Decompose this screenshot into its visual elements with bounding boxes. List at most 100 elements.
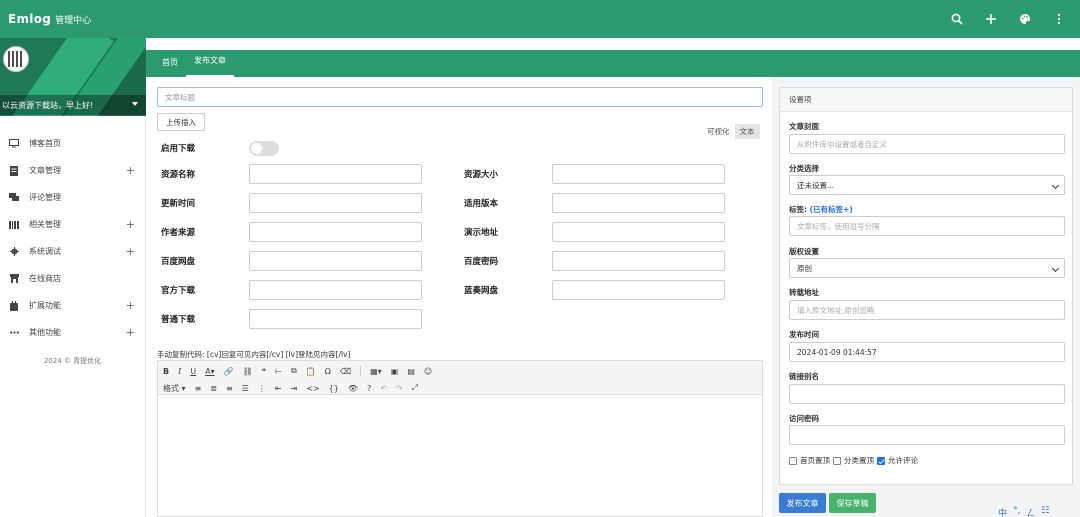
table-icon[interactable]: ▦▾: [370, 367, 382, 376]
copy-icon[interactable]: ⧉: [291, 366, 297, 376]
update-time-input[interactable]: [249, 193, 422, 213]
italic-icon[interactable]: I: [178, 367, 181, 376]
numbered-list-icon[interactable]: ⋮: [258, 384, 266, 393]
plus-icon[interactable]: [984, 12, 998, 26]
field-row: 适用版本: [460, 188, 763, 218]
expand-plus-icon[interactable]: +: [126, 245, 135, 258]
sidebar: 以云资源下载站，早上好! 博客首页 文章管理 + 评论管理 相关管理 + 系统调…: [0, 38, 146, 517]
demo-url-input[interactable]: [552, 222, 725, 242]
quote-icon[interactable]: ❝: [262, 367, 266, 376]
more-vertical-icon[interactable]: [1052, 12, 1066, 26]
sidebar-item-related[interactable]: 相关管理 +: [0, 211, 145, 238]
format-dropdown[interactable]: 格式 ▾: [163, 383, 186, 394]
profile-dropdown[interactable]: 以云资源下载站，早上好!: [0, 95, 146, 115]
media-icon[interactable]: ▤: [407, 367, 415, 376]
help-icon[interactable]: ?: [367, 384, 371, 393]
allow-comment-checkbox[interactable]: [877, 456, 885, 465]
align-left-icon[interactable]: ≡: [195, 384, 202, 393]
sidebar-item-online-store[interactable]: 在线商店: [0, 265, 145, 292]
sidebar-item-comments[interactable]: 评论管理: [0, 184, 145, 211]
existing-tags-link[interactable]: (已有标签+): [810, 205, 853, 214]
preview-icon[interactable]: 👁: [348, 384, 358, 393]
bullet-list-icon[interactable]: ☰: [242, 384, 249, 393]
sidebar-item-label: 博客首页: [29, 139, 61, 148]
sidebar-item-system-debug[interactable]: 系统调试 +: [0, 238, 145, 265]
redo-icon[interactable]: ↷: [396, 384, 403, 393]
sidebar-item-other[interactable]: 其他功能 +: [0, 319, 145, 346]
category-select[interactable]: 还未设置...: [789, 175, 1065, 195]
article-editor-area: 文章标题 上传插入 可视化 文本 启用下载 资源名称 更新时间 作者来源 百度网…: [146, 77, 772, 517]
official-download-input[interactable]: [249, 280, 422, 300]
link-icon[interactable]: 🔗: [224, 367, 234, 376]
qr-code-image: [8, 51, 24, 67]
braces-icon[interactable]: {}: [329, 384, 339, 393]
publish-time-input[interactable]: 2024-01-09 01:44:57: [789, 342, 1065, 362]
resource-name-input[interactable]: [249, 164, 422, 184]
brand[interactable]: Emlog 管理中心: [8, 12, 91, 26]
resource-size-input[interactable]: [552, 164, 725, 184]
field-label: 适用版本: [464, 199, 499, 209]
image-icon[interactable]: ▣: [391, 367, 399, 376]
text-color-icon[interactable]: A▾: [205, 367, 215, 376]
monitor-icon: [9, 139, 19, 149]
ime-punctuation-icon[interactable]: °,: [1013, 506, 1020, 517]
alias-input[interactable]: [789, 384, 1065, 404]
author-source-input[interactable]: [249, 222, 422, 242]
upload-insert-button[interactable]: 上传插入: [157, 113, 205, 131]
expand-plus-icon[interactable]: +: [126, 218, 135, 231]
mode-text-button[interactable]: 文本: [734, 124, 760, 139]
paste-icon[interactable]: 📋: [306, 367, 316, 376]
align-right-icon[interactable]: ≡: [226, 384, 233, 393]
ime-menu-icon[interactable]: ☷: [1041, 506, 1049, 517]
baidu-pan-input[interactable]: [249, 251, 422, 271]
unlink-icon[interactable]: ⛓: [243, 367, 253, 376]
field-label: 资源名称: [161, 170, 196, 180]
tab-publish-article[interactable]: 发布文章: [186, 50, 234, 77]
article-title-input[interactable]: 文章标题: [157, 87, 763, 107]
baidu-password-input[interactable]: [552, 251, 725, 271]
enable-download-toggle[interactable]: [249, 140, 279, 156]
category-top-checkbox[interactable]: [833, 456, 841, 465]
lanzou-pan-input[interactable]: [552, 280, 725, 300]
source-url-input[interactable]: 填入原文地址,原创忽略: [789, 300, 1065, 320]
outdent-icon[interactable]: ⇤: [275, 384, 282, 393]
avatar[interactable]: [3, 46, 29, 72]
sidebar-menu: 博客首页 文章管理 + 评论管理 相关管理 + 系统调试 + 在线商店 扩展功能: [0, 130, 145, 346]
expand-plus-icon[interactable]: +: [126, 164, 135, 177]
normal-download-input[interactable]: [249, 309, 422, 329]
underline-icon[interactable]: U: [190, 367, 196, 376]
tab-home[interactable]: 首页: [154, 50, 186, 77]
expand-plus-icon[interactable]: +: [126, 299, 135, 312]
special-char-icon[interactable]: Ω: [325, 367, 331, 376]
tags-input[interactable]: 文章标签，使用逗号分隔: [789, 216, 1065, 236]
code-icon[interactable]: <>: [306, 384, 319, 393]
search-icon[interactable]: [950, 12, 964, 26]
password-input[interactable]: [789, 425, 1065, 445]
version-input[interactable]: [552, 193, 725, 213]
emoji-icon[interactable]: ☺: [424, 367, 432, 376]
undo-icon[interactable]: ↶: [380, 384, 387, 393]
copyright-select[interactable]: 原创: [789, 258, 1065, 278]
fullscreen-icon[interactable]: ⤢: [412, 383, 418, 393]
save-draft-button[interactable]: 保存草稿: [829, 493, 876, 513]
cover-input[interactable]: 从附件库中设置或者自定义: [789, 134, 1065, 154]
ime-user-icon[interactable]: ㄥ: [1026, 506, 1035, 517]
indent-icon[interactable]: ⇥: [291, 384, 298, 393]
palette-icon[interactable]: [1018, 12, 1032, 26]
caret-down-icon: [132, 102, 138, 106]
field-row: 资源大小: [460, 159, 763, 189]
expand-plus-icon[interactable]: +: [126, 326, 135, 339]
sidebar-item-blog-home[interactable]: 博客首页: [0, 130, 145, 157]
rich-text-editor[interactable]: B I U A▾ 🔗 ⛓ ❝ ⊢ ⧉ 📋 Ω ⌫ ▦▾ ▣ ▤ ☺ 格式 ▾ ≡…: [157, 360, 763, 517]
ime-chinese-icon[interactable]: 中: [998, 506, 1007, 517]
align-center-icon[interactable]: ≣: [210, 384, 217, 393]
home-top-checkbox[interactable]: [789, 456, 797, 465]
horizontal-rule-icon[interactable]: ⊢: [275, 367, 282, 376]
toolbar-row: 格式 ▾ ≡ ≣ ≡ ☰ ⋮ ⇤ ⇥ <> {} 👁 ? ↶ ↷ ⤢: [163, 381, 757, 395]
publish-button[interactable]: 发布文章: [779, 493, 826, 513]
clear-format-icon[interactable]: ⌫: [340, 367, 351, 376]
sidebar-item-extensions[interactable]: 扩展功能 +: [0, 292, 145, 319]
sidebar-item-articles[interactable]: 文章管理 +: [0, 157, 145, 184]
mode-visual-button[interactable]: 可视化: [702, 124, 735, 139]
bold-icon[interactable]: B: [163, 367, 169, 376]
